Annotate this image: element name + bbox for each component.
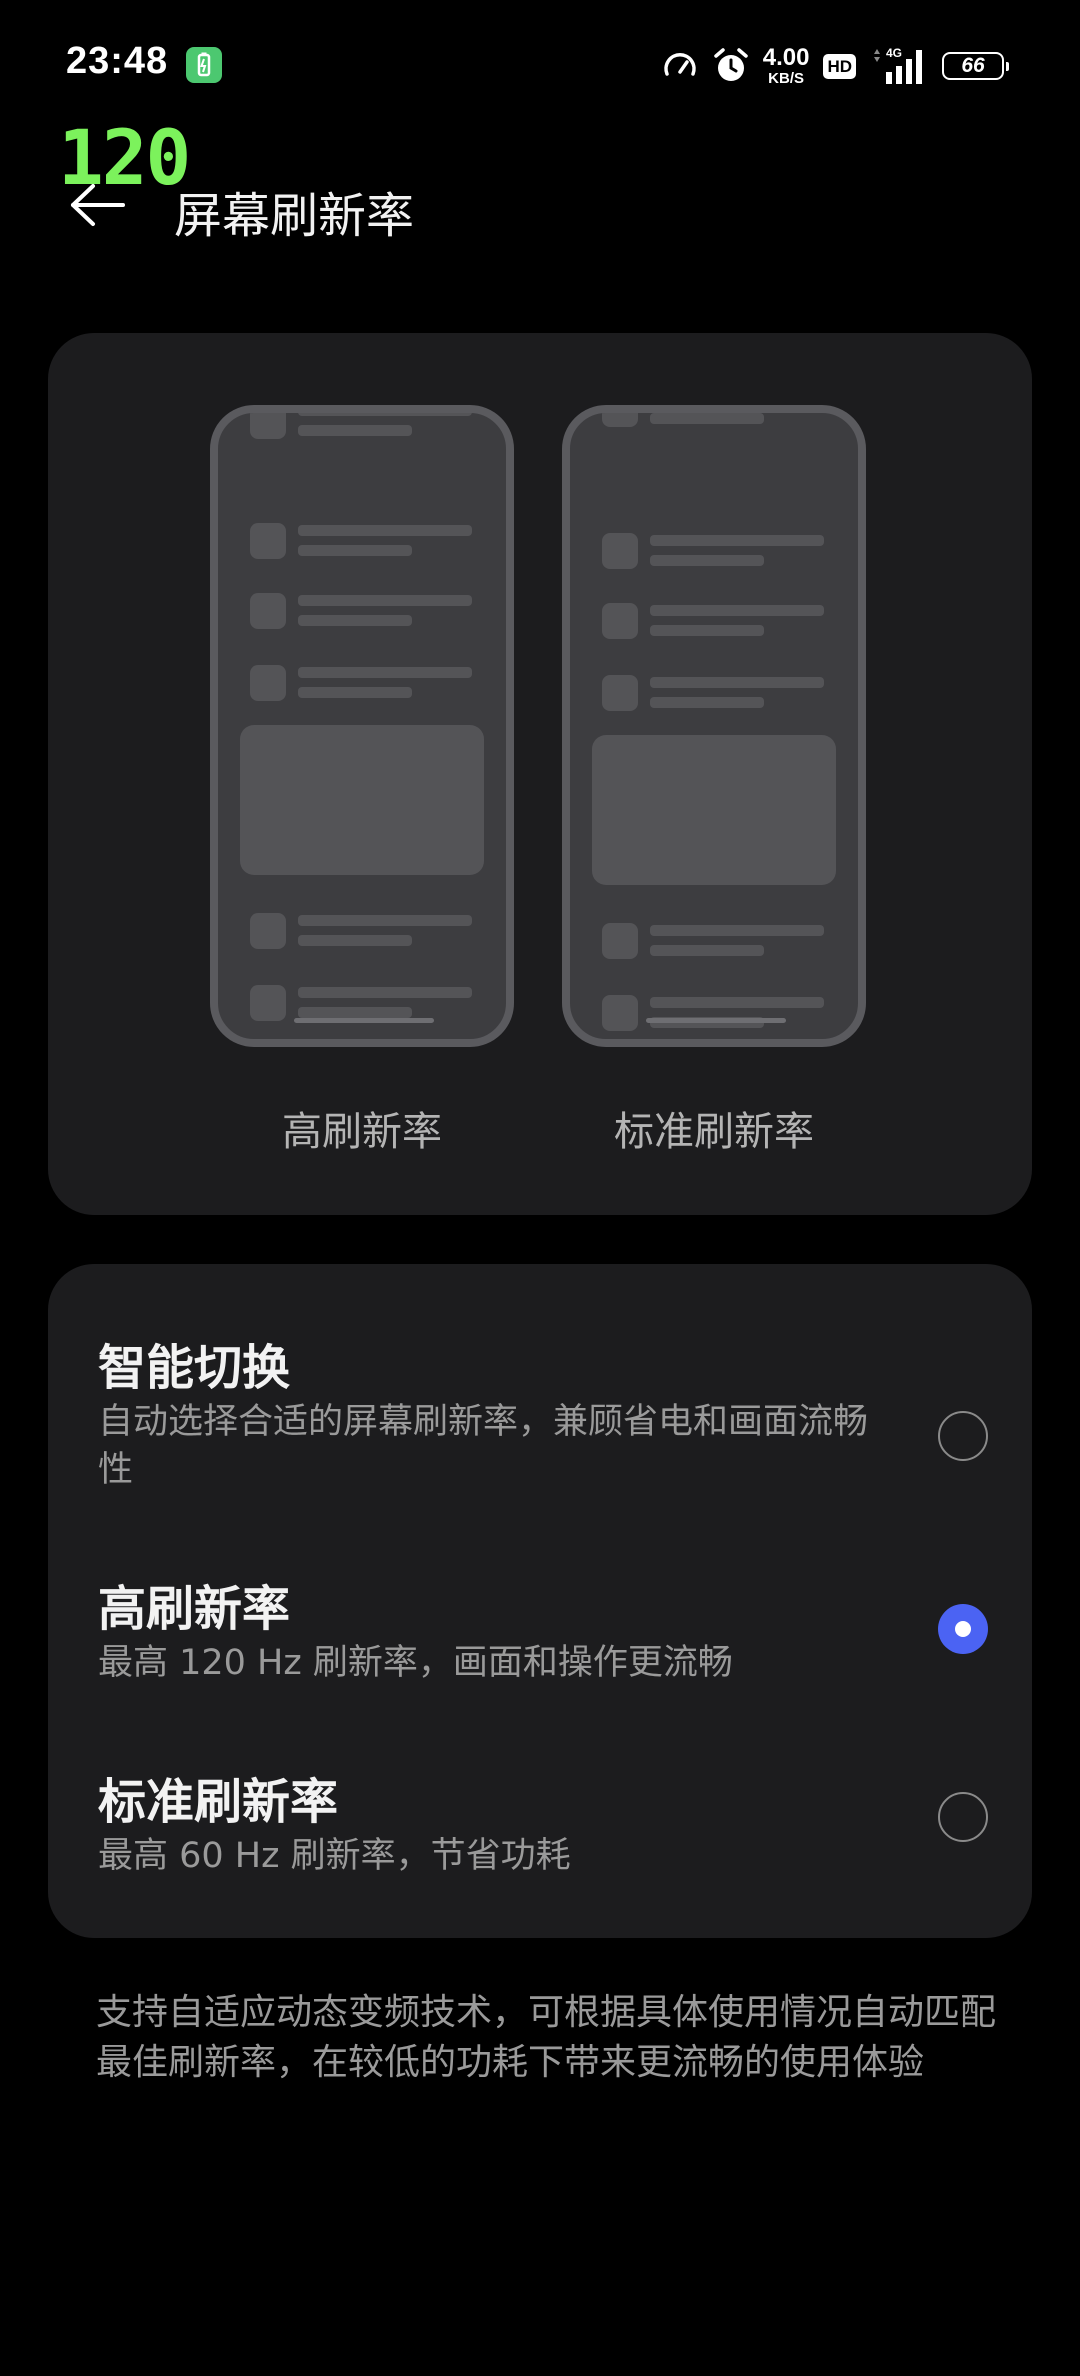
option-smart-switch[interactable]: 智能切换 自动选择合适的屏幕刷新率，兼顾省电和画面流畅性 (48, 1328, 1032, 1518)
option-title: 智能切换 (98, 1340, 291, 1396)
option-title: 标准刷新率 (98, 1774, 339, 1830)
option-description: 最高 120 Hz 刷新率，画面和操作更流畅 (98, 1643, 733, 1683)
standard-refresh-preview-label: 标准刷新率 (614, 1109, 814, 1155)
option-description: 自动选择合适的屏幕刷新率，兼顾省电和画面流畅性 (98, 1402, 869, 1490)
smart-switch-radio[interactable] (938, 1411, 988, 1461)
signal-4g-icon: 4G (870, 46, 928, 86)
back-arrow-icon (67, 183, 127, 231)
back-button[interactable] (64, 180, 130, 234)
battery-icon: 66 (942, 52, 1009, 80)
page-title: 屏幕刷新率 (174, 188, 415, 244)
high-refresh-phone-illustration (210, 405, 514, 1047)
standard-refresh-radio[interactable] (938, 1792, 988, 1842)
svg-text:4G: 4G (886, 46, 902, 60)
option-standard-refresh[interactable]: 标准刷新率 最高 60 Hz 刷新率，节省功耗 (48, 1762, 1032, 1902)
battery-saver-icon (186, 47, 222, 83)
status-icons: 4.00 KB/S HD 4G 66 (661, 40, 1009, 92)
network-speed-value: 4.00 (762, 44, 810, 71)
alarm-clock-icon (713, 47, 749, 85)
option-title: 高刷新率 (98, 1581, 291, 1637)
status-time: 23:48 (66, 40, 169, 82)
footer-description: 支持自适应动态变频技术，可根据具体使用情况自动匹配最佳刷新率，在较低的功耗下带来… (96, 1992, 997, 2083)
option-description: 最高 60 Hz 刷新率，节省功耗 (98, 1836, 571, 1876)
status-bar: 23:48 4.00 KB/S HD 4G 66 (0, 0, 1080, 130)
standard-refresh-phone-illustration (562, 405, 866, 1047)
hd-badge: HD (823, 53, 856, 79)
speedometer-icon (661, 47, 699, 85)
option-high-refresh[interactable]: 高刷新率 最高 120 Hz 刷新率，画面和操作更流畅 (48, 1569, 1032, 1709)
refresh-rate-preview-card: 高刷新率 标准刷新率 (48, 333, 1032, 1215)
network-speed-unit: KB/S (768, 70, 804, 87)
high-refresh-preview-label: 高刷新率 (282, 1109, 442, 1155)
battery-level: 66 (961, 54, 985, 77)
high-refresh-radio[interactable] (938, 1604, 988, 1654)
network-speed: 4.00 KB/S (762, 44, 810, 87)
refresh-rate-options-card: 智能切换 自动选择合适的屏幕刷新率，兼顾省电和画面流畅性 高刷新率 最高 120… (48, 1264, 1032, 1938)
